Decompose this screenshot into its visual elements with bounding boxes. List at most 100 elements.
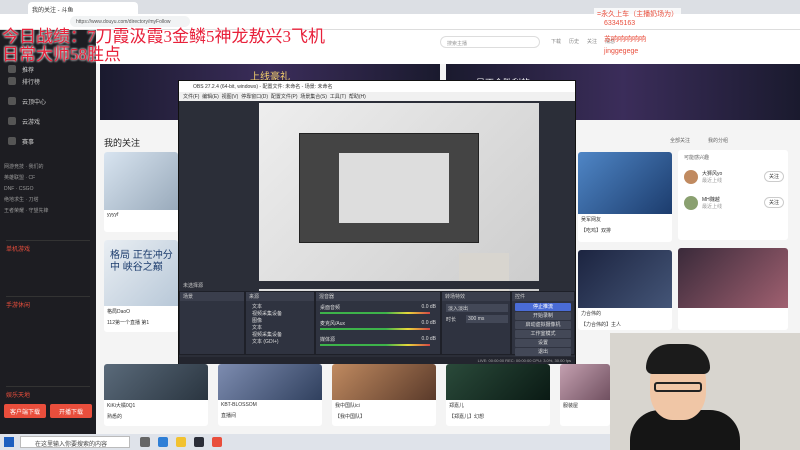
sidebar-item-center[interactable]: 云顶中心 (0, 90, 96, 112)
recommend-item[interactable]: MH魏越 最近上线 关注 (684, 194, 784, 216)
stream-card[interactable]: 力合伟的 【力合伟的】主人 (578, 250, 672, 330)
source-item[interactable]: 图像 (252, 317, 262, 324)
card-streamer: yyyyf (107, 212, 119, 218)
task-view-icon[interactable] (140, 437, 150, 447)
search-input[interactable]: 搜索主播 (440, 36, 540, 48)
volume-meter[interactable] (320, 312, 430, 314)
exit-button[interactable]: 退出 (515, 348, 571, 356)
stream-card[interactable]: 郑嘉儿 【郑嘉儿】幻想 (446, 364, 550, 426)
card-streamer: 我中国队ici (335, 403, 360, 409)
card-streamer: 服装屋 (563, 403, 579, 409)
card-title: 直播间 (221, 413, 237, 419)
nav-history[interactable]: 历史 (566, 38, 582, 45)
browser-tab[interactable]: 我的关注 - 斗鱼 (28, 2, 138, 14)
stream-card[interactable]: 吴军网友 【吃鸡】双排 (578, 152, 672, 242)
sidebar-item-cloud[interactable]: 云游戏 (0, 110, 96, 132)
big-tile-text: 格局 正在冲分中 峡谷之巅 (110, 250, 173, 273)
menu-docks[interactable]: 停靠窗口(D) (241, 94, 268, 100)
volume-meter[interactable] (320, 344, 430, 346)
mixer-channel-name: 媒体源 (320, 337, 336, 343)
obs-preview[interactable] (259, 103, 539, 293)
douyu-taskbar-icon[interactable] (212, 437, 222, 447)
obs-title-bar[interactable]: OBS 27.2.4 (64-bit, windows) - 配置文件: 未命名… (179, 81, 575, 92)
virtual-camera-button[interactable]: 启动虚拟摄像机 (515, 321, 571, 329)
folder-icon[interactable] (176, 437, 186, 447)
mixer-channel-name: 麦克风/Aux (320, 321, 346, 327)
stream-card-big[interactable]: 格局 正在冲分中 峡谷之巅 格局DaoO 112第一个直播 第1 (104, 240, 178, 332)
card-title: 112第一个直播 第1 (107, 320, 150, 326)
menu-scene-collection[interactable]: 场景集合(S) (300, 94, 327, 100)
menu-file[interactable]: 文件(F) (183, 94, 199, 100)
stream-card[interactable]: KBT-BLOSSOM 直播间 (218, 364, 322, 426)
taskbar-search-input[interactable]: 在这里输入你要搜索的内容 (20, 436, 130, 448)
studio-mode-button[interactable]: 工作室模式 (515, 330, 571, 338)
fan-badge: =永久上车（主播奶场为） (594, 8, 682, 20)
card-streamer: 吴军网友 (581, 217, 602, 223)
source-item[interactable]: 视频采集设备 (252, 310, 282, 317)
sidebar-item-esports[interactable]: 赛事 (0, 130, 96, 152)
client-download-button[interactable]: 客户端下载 (4, 404, 46, 418)
recommend-name: 大狮风yo (702, 171, 723, 177)
menu-view[interactable]: 视图(V) (222, 94, 239, 100)
sidebar-section-single[interactable]: 单机游戏 (6, 240, 90, 253)
stream-card[interactable]: KiKi大橘0Q1 熟悉的 (104, 364, 208, 426)
source-item[interactable]: 文本 (252, 324, 262, 331)
obs-window[interactable]: OBS 27.2.4 (64-bit, windows) - 配置文件: 未命名… (178, 80, 576, 364)
stop-streaming-button[interactable]: 停止推流 (515, 303, 571, 311)
obs-taskbar-icon[interactable] (194, 437, 204, 447)
overlay-stats-line2: 日常大师58胜点 (2, 45, 121, 64)
nav-follow[interactable]: 关注 (584, 38, 600, 45)
recommend-title: 可能感兴趣 (684, 155, 710, 161)
stream-card[interactable]: yyyyf (104, 152, 178, 232)
nav-download[interactable]: 下载 (548, 38, 564, 45)
duration-input[interactable]: 300 ms (466, 315, 508, 323)
cloud-icon (8, 117, 16, 125)
center-icon (8, 97, 16, 105)
category-grid[interactable]: 网游竞技 · 我们的 英雄联盟 · CF DNF · CSGO 绝地求生 · 刀… (4, 162, 92, 217)
card-streamer: 格局DaoO (107, 309, 131, 315)
source-item[interactable]: 文本 (GDI+) (252, 338, 279, 345)
menu-tools[interactable]: 工具(T) (330, 94, 346, 100)
volume-meter[interactable] (320, 328, 430, 330)
stream-card[interactable] (678, 248, 788, 330)
start-stream-button[interactable]: 开播下载 (50, 404, 92, 418)
card-streamer: 郑嘉儿 (449, 403, 465, 409)
transitions-dock-header: 转场特效 (442, 292, 510, 301)
sources-dock: 来源 文本 视频采集设备 图像 文本 视频采集设备 文本 (GDI+) (245, 291, 315, 355)
stream-card[interactable]: 服装屋 (560, 364, 610, 426)
recommend-name: MH魏越 (702, 197, 720, 203)
webcam-person-hair (646, 344, 710, 374)
sidebar-section-mobile[interactable]: 手游休闲 (6, 296, 90, 309)
menu-help[interactable]: 帮助(H) (349, 94, 366, 100)
sidebar-item-ranking[interactable]: 排行榜 (0, 70, 96, 92)
source-item[interactable]: 视频采集设备 (252, 331, 282, 338)
sources-dock-header: 来源 (246, 292, 314, 301)
source-item[interactable]: 文本 (252, 303, 262, 310)
fan-id: jinggegege (604, 48, 639, 55)
follow-tab-groups[interactable]: 我的分组 (708, 137, 728, 144)
follow-button[interactable]: 关注 (764, 171, 784, 182)
transition-select[interactable]: 淡入淡出 (446, 304, 508, 312)
menu-profile[interactable]: 配置文件(P) (271, 94, 298, 100)
recommend-sub: 最近上线 (702, 204, 723, 210)
transitions-dock: 转场特效 淡入淡出 时长 300 ms (441, 291, 511, 355)
windows-start-icon[interactable] (4, 437, 14, 447)
avatar (684, 196, 698, 210)
settings-button[interactable]: 设置 (515, 339, 571, 347)
mixer-dock-header: 混音器 (316, 292, 440, 301)
stream-card[interactable]: 我中国队ici 【我中国队】 (332, 364, 436, 426)
menu-edit[interactable]: 编辑(E) (202, 94, 219, 100)
obs-menu-bar: 文件(F) 编辑(E) 视图(V) 停靠窗口(D) 配置文件(P) 场景集合(S… (179, 92, 575, 101)
scenes-dock: 场景 (179, 291, 245, 355)
card-title: 【我中国队】 (335, 414, 366, 420)
controls-dock-header: 控件 (512, 292, 574, 301)
edge-icon[interactable] (158, 437, 168, 447)
card-streamer: KBT-BLOSSOM (221, 402, 257, 408)
recommend-item[interactable]: 大狮风yo 最近上线 关注 (684, 168, 784, 190)
sidebar-section-entertainment[interactable]: 娱乐天地 (6, 386, 90, 399)
follow-button[interactable]: 关注 (764, 197, 784, 208)
follow-tab-all[interactable]: 全部关注 (670, 137, 690, 144)
card-title: 熟悉的 (107, 414, 123, 420)
avatar (684, 170, 698, 184)
start-recording-button[interactable]: 开始录制 (515, 312, 571, 320)
